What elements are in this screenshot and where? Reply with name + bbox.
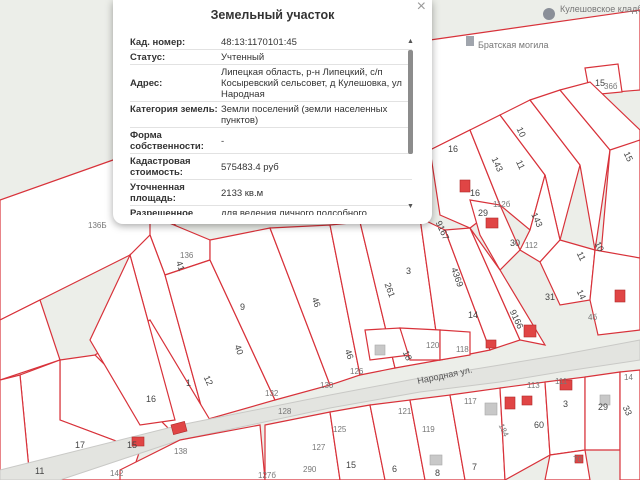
row-status: Статус: Учтенный: [130, 50, 412, 65]
parcel-label: 70: [573, 455, 582, 464]
parcel-label: 127: [312, 443, 326, 452]
row-key: Уточненная площадь:: [130, 182, 185, 204]
parcel-label: 16: [146, 394, 156, 404]
parcel-label: 14: [468, 310, 478, 320]
parcel-label: 36б: [604, 82, 618, 91]
parcel-label: 121: [398, 407, 412, 416]
parcel-label: 30: [510, 238, 520, 248]
parcel-label: 3: [406, 266, 411, 276]
parcel-label: 117: [464, 397, 477, 406]
parcel-label: 7: [472, 462, 477, 472]
parcel-label: 6: [392, 464, 397, 474]
parcel-label: 31: [545, 292, 555, 302]
parcel-label: 138: [174, 447, 188, 456]
row-area: Уточненная площадь: 2133 кв.м: [130, 180, 412, 206]
parcel-label: 14: [624, 373, 633, 382]
parcel-label: 15: [346, 460, 356, 470]
row-value: 575483.4 руб: [221, 161, 279, 173]
monument-icon: [466, 36, 474, 46]
cemetery-icon: [543, 8, 555, 20]
parcel-label: 3: [563, 399, 568, 409]
parcel-label: 17: [75, 440, 85, 450]
row-value: 2133 кв.м: [221, 187, 264, 199]
row-key: Статус:: [130, 52, 166, 63]
row-value: 48:13:1170101:45: [221, 37, 297, 48]
parcel-label: 111: [555, 377, 568, 386]
row-value: Земли поселений (земли населенных пункто…: [221, 104, 388, 126]
parcel-label: 16: [470, 188, 480, 198]
row-ownership: Форма собственности: -: [130, 128, 412, 154]
row-value: для ведения личного подсобного: [221, 208, 367, 215]
scroll-thumb[interactable]: [408, 50, 413, 154]
parcel-label: 142: [110, 469, 124, 478]
land-plot-popup: Земельный участок × Кад. номер: 48:13:11…: [113, 0, 432, 224]
row-cadastral-number: Кад. номер: 48:13:1170101:45: [130, 35, 412, 50]
parcel-label: 4б: [588, 313, 597, 322]
row-key: Форма собственности:: [130, 130, 204, 152]
parcel-label: 125: [333, 425, 347, 434]
popup-details[interactable]: Кад. номер: 48:13:1170101:45 Статус: Учт…: [130, 35, 412, 215]
parcel-label: 119: [422, 425, 435, 434]
parcel-label: 16: [448, 144, 458, 154]
parcel-label: 112: [525, 241, 538, 250]
scroll-down-icon[interactable]: ▼: [407, 203, 414, 210]
row-value: Учтенный: [221, 52, 265, 63]
popup-scrollbar[interactable]: ▲ ▼: [407, 38, 414, 210]
grave-label: Братская могила: [478, 40, 549, 50]
parcel-label: 120: [426, 341, 440, 350]
scroll-up-icon[interactable]: ▲: [407, 38, 414, 45]
row-land-category: Категория земель: Земли поселений (земли…: [130, 102, 412, 128]
parcel-label: 132: [265, 389, 279, 398]
parcel-label: 290: [303, 465, 317, 474]
parcel-label: 130: [320, 381, 334, 390]
row-key: Кад. номер:: [130, 37, 186, 48]
cemetery-label: Кулешовское кладбище: [560, 4, 640, 14]
parcel-label: 136: [180, 251, 194, 260]
parcel-label: 1: [186, 378, 191, 388]
popup-title: Земельный участок: [210, 8, 335, 22]
row-key: Категория земель:: [130, 104, 218, 115]
parcel-label: 136Б: [88, 221, 107, 230]
parcel-label: 113: [527, 381, 540, 390]
parcel-label: 29: [478, 208, 488, 218]
parcel-label: 11: [35, 466, 44, 476]
row-address: Адрес: Липецкая область, р-н Липецкий, с…: [130, 65, 412, 102]
row-cadastral-value: Кадастровая стоимость: 575483.4 руб: [130, 154, 412, 180]
parcel-label: 112б: [493, 200, 511, 209]
row-key: Кадастровая стоимость:: [130, 156, 191, 178]
row-key: Адрес:: [130, 78, 163, 89]
parcel-label: 60: [534, 420, 544, 430]
row-permitted-use: Разрешенное для ведения личного подсобно…: [130, 206, 412, 215]
parcel-label: 127б: [258, 471, 276, 480]
parcel-label: 29: [598, 402, 608, 412]
parcel-label: 118: [456, 345, 469, 354]
parcel-label: 15: [127, 440, 137, 450]
parcel-label: 9: [240, 302, 245, 312]
close-icon[interactable]: ×: [417, 0, 426, 16]
row-value: -: [221, 135, 225, 147]
parcel-label: 126: [350, 367, 364, 376]
row-key: Разрешенное: [130, 208, 194, 215]
parcel-label: 8: [435, 468, 440, 478]
row-value: Липецкая область, р-н Липецкий, с/п Косы…: [221, 67, 402, 100]
parcel-label: 128: [278, 407, 292, 416]
